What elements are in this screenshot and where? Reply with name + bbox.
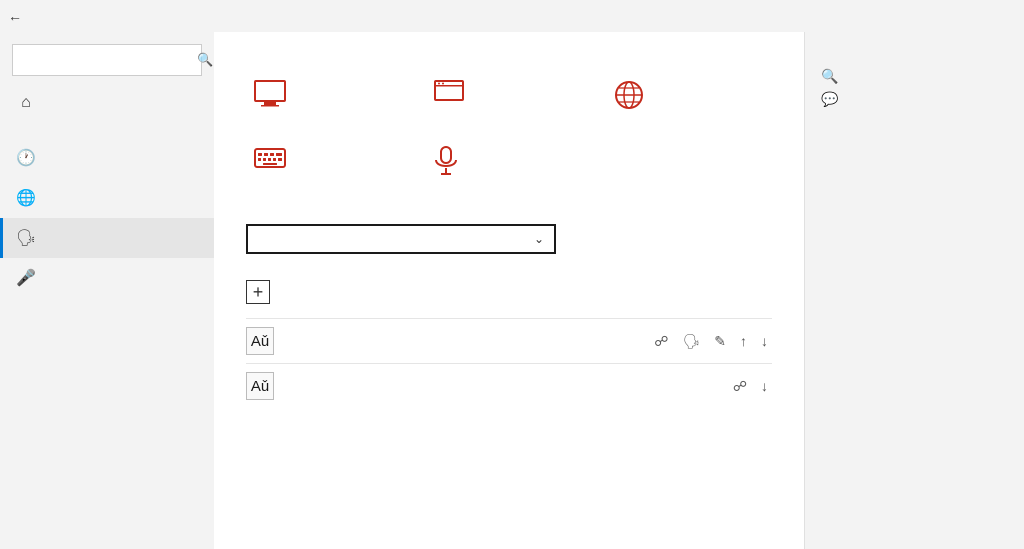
add-icon: + [246,280,270,304]
english-lang-icon: Aǔ [246,327,274,355]
monitor-icon [254,80,398,114]
options-button-viet[interactable]: ☍ [729,376,751,397]
display-language-dropdown[interactable]: ⌄ [246,224,556,254]
title-bar-left: ← [8,8,30,24]
sidebar-item-datetime[interactable]: 🕐 [0,138,214,178]
title-bar-controls [878,0,1016,32]
vietnamese-lang-actions: ☍ ↓ [729,376,772,397]
move-down-button[interactable]: ↓ [757,331,772,351]
app-body: 🔍 ⌂ 🕐 🌐 🗣 🎤 [0,32,1024,549]
tile-regional-format[interactable] [606,72,766,134]
title-bar: ← [0,0,1024,32]
sidebar-item-home[interactable]: ⌂ [0,84,214,122]
language-entry-vietnamese: Aǔ ☍ ↓ [246,363,772,408]
window-icon [434,80,578,112]
speech-icon: 🎤 [16,268,36,288]
language-entry-english: Aǔ ☍ 🗣 ✎ ↑ ↓ [246,318,772,363]
move-up-button[interactable]: ↑ [736,331,751,351]
main-content: ⌄ + Aǔ ☍ 🗣 ✎ ↑ ↓ [214,32,804,549]
minimize-button[interactable] [878,0,924,32]
display-language-dropdown-wrapper: ⌄ [246,224,556,254]
preferred-languages-section: + Aǔ ☍ 🗣 ✎ ↑ ↓ Aǔ ☍ [246,274,772,408]
sidebar: 🔍 ⌂ 🕐 🌐 🗣 🎤 [0,32,214,549]
globe-icon: 🌐 [16,188,36,208]
sidebar-section-header [0,122,214,138]
microphone-icon [434,146,578,182]
chevron-down-icon: ⌄ [534,232,544,246]
language-icon: 🗣 [16,228,36,248]
keyboard-icon [254,146,398,176]
extra-actions-section: 🔍 💬 [821,68,1008,108]
add-language-button[interactable]: + [246,274,772,310]
tile-apps-websites[interactable] [426,72,586,134]
sidebar-item-language[interactable]: 🗣 [0,218,214,258]
handwriting-button[interactable]: ✎ [710,331,730,352]
clock-icon: 🕐 [16,148,36,168]
sidebar-item-region[interactable]: 🌐 [0,178,214,218]
tile-windows-display[interactable] [246,72,406,134]
right-panel: 🔍 💬 [804,32,1024,549]
close-button[interactable] [970,0,1016,32]
search-input[interactable] [21,53,197,68]
regional-icon [614,80,758,116]
give-feedback-item: 💬 [821,91,1008,108]
tiles-grid [246,72,772,200]
vietnamese-lang-icon: Aǔ [246,372,274,400]
tile-keyboard[interactable] [246,138,406,200]
tile-speech[interactable] [426,138,586,200]
back-icon[interactable]: ← [8,8,22,24]
speech-button[interactable]: 🗣 [678,331,704,352]
sidebar-item-speech[interactable]: 🎤 [0,258,214,298]
get-help-item: 🔍 [821,68,1008,85]
restore-button[interactable] [924,0,970,32]
feedback-icon: 💬 [821,91,838,108]
home-icon: ⌂ [16,94,36,112]
english-lang-actions: ☍ 🗣 ✎ ↑ ↓ [650,331,772,352]
search-icon: 🔍 [197,52,213,68]
sidebar-search[interactable]: 🔍 [12,44,202,76]
help-icon: 🔍 [821,68,838,85]
options-button[interactable]: ☍ [650,331,672,352]
move-down-button-viet[interactable]: ↓ [757,376,772,396]
